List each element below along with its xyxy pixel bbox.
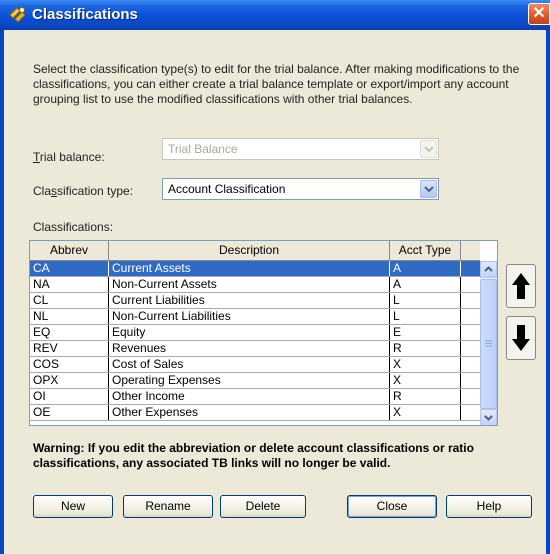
cell-abbrev: NL bbox=[30, 309, 109, 324]
trial-balance-label-text: rial balance: bbox=[39, 150, 105, 164]
table-row[interactable]: CA Current Assets A bbox=[30, 261, 480, 277]
classifications-app-icon bbox=[9, 7, 26, 23]
cell-abbrev: CA bbox=[30, 261, 109, 276]
instructions-text: Select the classification type(s) to edi… bbox=[33, 62, 520, 106]
cell-description: Other Income bbox=[109, 389, 390, 404]
cell-acct-type: X bbox=[390, 357, 461, 372]
table-row[interactable]: EQ Equity E bbox=[30, 325, 480, 341]
classification-type-label: Classification type: bbox=[33, 184, 133, 198]
classification-type-value: Account Classification bbox=[168, 182, 286, 196]
cell-abbrev: NA bbox=[30, 277, 109, 292]
scrollbar-thumb[interactable] bbox=[480, 279, 497, 409]
cell-abbrev: REV bbox=[30, 341, 109, 356]
column-header-abbrev[interactable]: Abbrev bbox=[30, 241, 109, 260]
grid-vertical-scrollbar[interactable] bbox=[480, 261, 497, 425]
arrow-up-icon bbox=[512, 273, 530, 299]
table-row[interactable]: REV Revenues R bbox=[30, 341, 480, 357]
cell-acct-type: L bbox=[390, 309, 461, 324]
cell-abbrev: COS bbox=[30, 357, 109, 372]
column-header-description[interactable]: Description bbox=[109, 241, 390, 260]
table-row[interactable]: NA Non-Current Assets A bbox=[30, 277, 480, 293]
cell-acct-type: E bbox=[390, 325, 461, 340]
cell-acct-type: A bbox=[390, 261, 461, 276]
close-button[interactable]: Close bbox=[347, 495, 437, 518]
cell-acct-type: A bbox=[390, 277, 461, 292]
classification-type-select[interactable]: Account Classification bbox=[162, 178, 439, 200]
trial-balance-value: Trial Balance bbox=[168, 142, 238, 156]
cell-abbrev: OPX bbox=[30, 373, 109, 388]
cell-description: Non-Current Assets bbox=[109, 277, 390, 292]
window-frame-left bbox=[0, 30, 4, 554]
cell-description: Current Liabilities bbox=[109, 293, 390, 308]
chevron-down-icon bbox=[420, 140, 437, 158]
cell-acct-type: R bbox=[390, 341, 461, 356]
table-row[interactable]: OI Other Income R bbox=[30, 389, 480, 405]
chevron-down-icon[interactable] bbox=[420, 180, 437, 198]
classifications-dialog: Classifications ✕ Select the classificat… bbox=[0, 0, 550, 554]
help-button[interactable]: Help bbox=[446, 495, 532, 518]
classifications-label: Classifications: bbox=[33, 220, 114, 234]
trial-balance-select: Trial Balance bbox=[162, 138, 439, 160]
move-down-button[interactable] bbox=[506, 316, 536, 360]
table-row[interactable]: CL Current Liabilities L bbox=[30, 293, 480, 309]
cell-abbrev: OE bbox=[30, 405, 109, 420]
cell-acct-type: L bbox=[390, 293, 461, 308]
trial-balance-label-mnemonic: T bbox=[33, 150, 40, 164]
cell-abbrev: CL bbox=[30, 293, 109, 308]
cell-description: Current Assets bbox=[109, 261, 390, 276]
new-button[interactable]: New bbox=[33, 495, 113, 518]
cell-description: Equity bbox=[109, 325, 390, 340]
classification-type-label-part2: sification type: bbox=[57, 184, 134, 198]
rename-button[interactable]: Rename bbox=[123, 495, 213, 518]
cell-description: Revenues bbox=[109, 341, 390, 356]
dialog-title: Classifications bbox=[32, 6, 138, 23]
column-header-acct-type[interactable]: Acct Type bbox=[390, 241, 461, 260]
move-up-button[interactable] bbox=[506, 264, 536, 308]
scroll-up-icon[interactable] bbox=[480, 261, 497, 278]
title-bar[interactable]: Classifications ✕ bbox=[0, 0, 550, 30]
grid-header: Abbrev Description Acct Type bbox=[30, 241, 480, 261]
cell-acct-type: X bbox=[390, 373, 461, 388]
cell-description: Cost of Sales bbox=[109, 357, 390, 372]
cell-acct-type: R bbox=[390, 389, 461, 404]
cell-abbrev: OI bbox=[30, 389, 109, 404]
table-row[interactable]: OE Other Expenses X bbox=[30, 405, 480, 421]
cell-description: Operating Expenses bbox=[109, 373, 390, 388]
cell-abbrev: EQ bbox=[30, 325, 109, 340]
table-row[interactable]: NL Non-Current Liabilities L bbox=[30, 309, 480, 325]
delete-button[interactable]: Delete bbox=[220, 495, 306, 518]
warning-text: Warning: If you edit the abbreviation or… bbox=[33, 441, 474, 470]
scroll-down-icon[interactable] bbox=[480, 409, 497, 425]
classifications-grid[interactable]: Abbrev Description Acct Type CA Current … bbox=[29, 240, 498, 426]
table-row[interactable]: OPX Operating Expenses X bbox=[30, 373, 480, 389]
window-frame-right bbox=[546, 30, 550, 554]
cell-acct-type: X bbox=[390, 405, 461, 420]
classification-type-label-part1: Cla bbox=[33, 184, 52, 198]
close-window-icon[interactable]: ✕ bbox=[528, 3, 550, 25]
arrow-down-icon bbox=[512, 325, 530, 351]
table-row[interactable]: COS Cost of Sales X bbox=[30, 357, 480, 373]
trial-balance-label: Trial balance: bbox=[33, 150, 105, 164]
cell-description: Other Expenses bbox=[109, 405, 390, 420]
cell-description: Non-Current Liabilities bbox=[109, 309, 390, 324]
